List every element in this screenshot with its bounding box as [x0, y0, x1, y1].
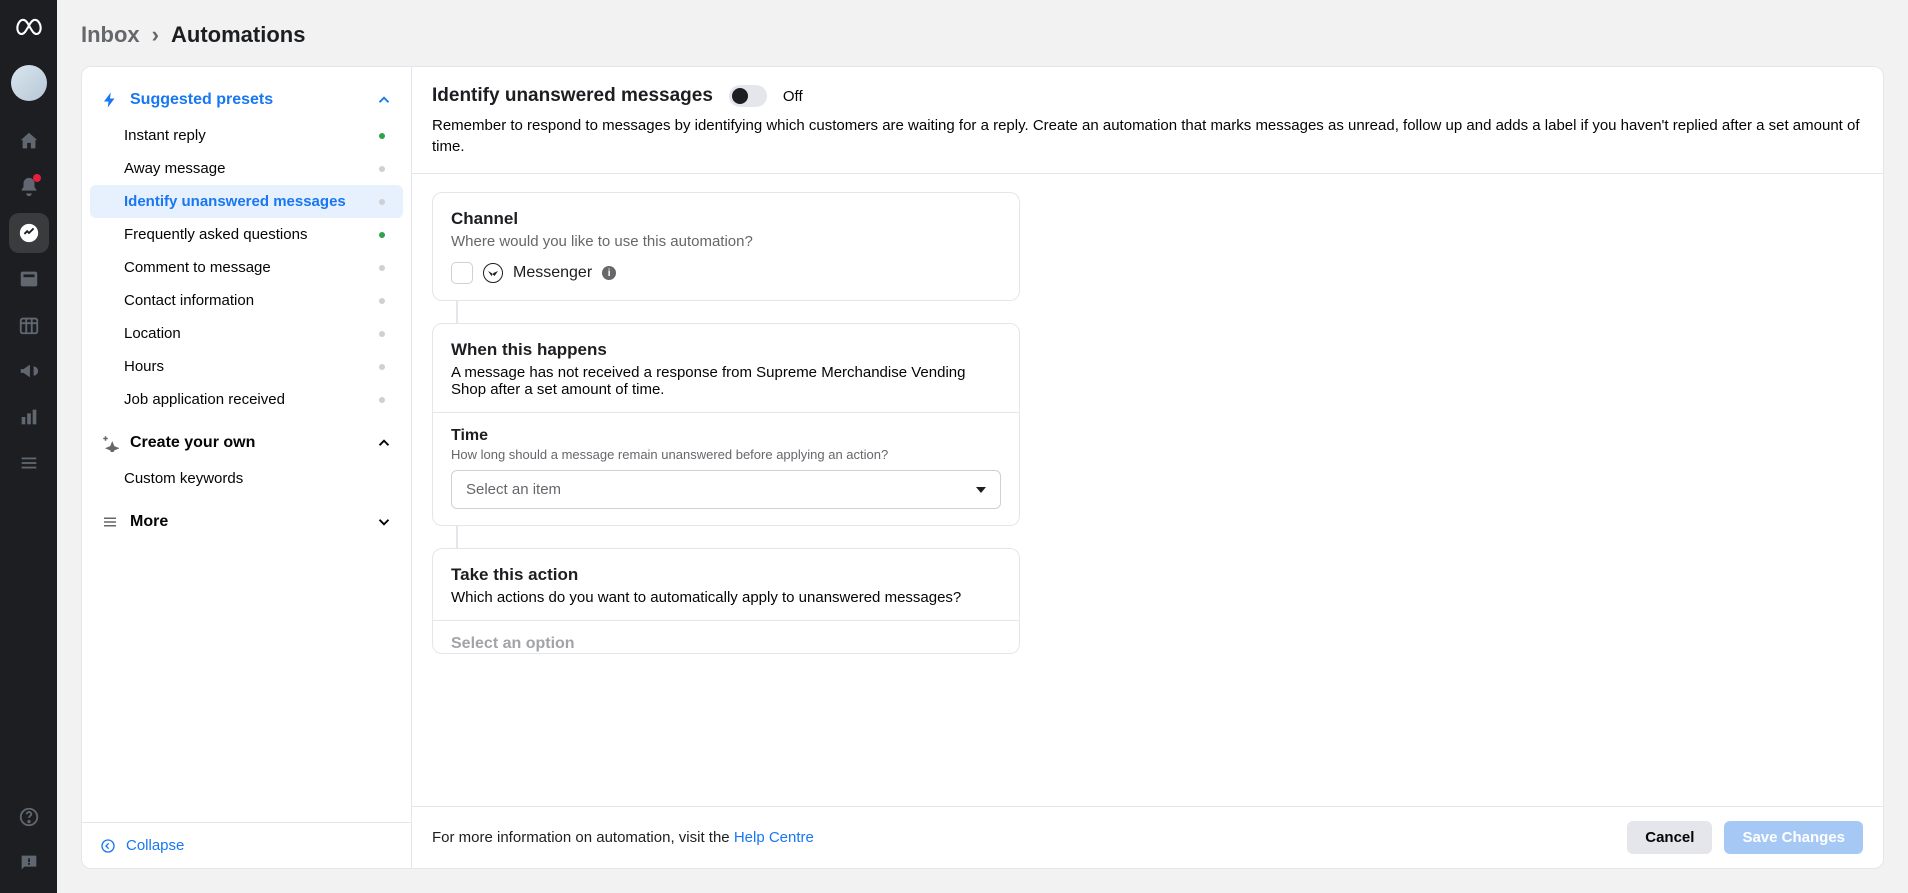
meta-logo — [14, 14, 44, 49]
info-icon[interactable]: i — [602, 266, 616, 280]
nav-planner[interactable] — [9, 305, 49, 345]
preset-item-frequently-asked-questions[interactable]: Frequently asked questions — [90, 218, 403, 251]
create-your-own-header[interactable]: Create your own — [82, 424, 411, 462]
chevron-right-icon: › — [152, 22, 159, 48]
nav-home[interactable] — [9, 121, 49, 161]
more-label: More — [130, 513, 365, 531]
preset-item-identify-unanswered-messages[interactable]: Identify unanswered messages — [90, 185, 403, 218]
channel-sub: Where would you like to use this automat… — [451, 233, 1001, 250]
time-select[interactable]: Select an item — [451, 470, 1001, 509]
status-dot — [379, 166, 385, 172]
status-dot — [379, 133, 385, 139]
preset-item-comment-to-message[interactable]: Comment to message — [90, 251, 403, 284]
connector-line — [456, 526, 458, 548]
nav-notifications[interactable] — [9, 167, 49, 207]
breadcrumb-automations: Automations — [171, 22, 305, 48]
nav-feedback[interactable] — [9, 843, 49, 883]
preset-item-instant-reply[interactable]: Instant reply — [90, 119, 403, 152]
action-heading: Take this action — [451, 565, 1001, 585]
cancel-button[interactable]: Cancel — [1627, 821, 1712, 854]
channel-card: Channel Where would you like to use this… — [432, 192, 1020, 301]
preset-item-location[interactable]: Location — [90, 317, 403, 350]
chevron-up-icon — [375, 91, 393, 109]
profile-avatar[interactable] — [11, 65, 47, 101]
save-button[interactable]: Save Changes — [1724, 821, 1863, 854]
preset-item-contact-information[interactable]: Contact information — [90, 284, 403, 317]
automation-title: Identify unanswered messages — [432, 85, 713, 107]
list-icon — [100, 513, 120, 531]
footer-info: For more information on automation, visi… — [432, 829, 814, 846]
preset-label: Instant reply — [124, 127, 379, 144]
when-heading: When this happens — [451, 340, 1001, 360]
preset-label: Comment to message — [124, 259, 379, 276]
chevron-down-icon — [375, 513, 393, 531]
preset-label: Contact information — [124, 292, 379, 309]
nav-help[interactable] — [9, 797, 49, 837]
action-card: Take this action Which actions do you wa… — [432, 548, 1020, 654]
preset-item-hours[interactable]: Hours — [90, 350, 403, 383]
time-hint: How long should a message remain unanswe… — [451, 447, 1001, 462]
status-dot — [379, 265, 385, 271]
preset-label: Frequently asked questions — [124, 226, 379, 243]
connector-line — [456, 301, 458, 323]
preset-label: Identify unanswered messages — [124, 193, 379, 210]
left-nav-rail — [0, 0, 57, 893]
preset-label: Job application received — [124, 391, 379, 408]
preset-label: Custom keywords — [124, 470, 385, 487]
bolt-icon — [100, 91, 120, 109]
suggested-presets-header[interactable]: Suggested presets — [82, 81, 411, 119]
nav-ads[interactable] — [9, 351, 49, 391]
create-your-own-label: Create your own — [130, 434, 365, 452]
time-select-placeholder: Select an item — [466, 481, 561, 498]
automation-description: Remember to respond to messages by ident… — [432, 115, 1863, 157]
preset-item-job-application-received[interactable]: Job application received — [90, 383, 403, 416]
time-heading: Time — [451, 427, 1001, 445]
notification-dot — [33, 174, 41, 182]
help-centre-link[interactable]: Help Centre — [734, 829, 814, 846]
status-dot — [379, 298, 385, 304]
caret-down-icon — [976, 487, 986, 493]
status-dot — [379, 199, 385, 205]
breadcrumb-inbox[interactable]: Inbox — [81, 22, 140, 48]
chevron-up-icon — [375, 434, 393, 452]
preset-label: Away message — [124, 160, 379, 177]
nav-inbox[interactable] — [9, 213, 49, 253]
action-option-heading: Select an option — [451, 635, 1001, 653]
sparkle-icon — [100, 434, 120, 452]
messenger-label: Messenger — [513, 264, 592, 282]
suggested-presets-label: Suggested presets — [130, 91, 365, 109]
more-header[interactable]: More — [82, 503, 411, 541]
enable-toggle[interactable] — [729, 85, 767, 107]
when-card: When this happens A message has not rece… — [432, 323, 1020, 526]
automation-sidebar: Suggested presets Instant reply Away mess… — [82, 67, 412, 868]
preset-item-away-message[interactable]: Away message — [90, 152, 403, 185]
nav-posts[interactable] — [9, 259, 49, 299]
messenger-checkbox[interactable] — [451, 262, 473, 284]
status-dot — [379, 364, 385, 370]
custom-item-custom-keywords[interactable]: Custom keywords — [90, 462, 403, 495]
channel-heading: Channel — [451, 209, 1001, 229]
status-dot — [379, 232, 385, 238]
status-dot — [379, 331, 385, 337]
footer-info-prefix: For more information on automation, visi… — [432, 829, 734, 846]
automation-detail: Identify unanswered messages Off Remembe… — [412, 67, 1883, 868]
status-dot — [379, 397, 385, 403]
collapse-label: Collapse — [126, 837, 184, 854]
toggle-state-label: Off — [783, 88, 803, 105]
nav-all-tools[interactable] — [9, 443, 49, 483]
nav-insights[interactable] — [9, 397, 49, 437]
action-sub: Which actions do you want to automatical… — [451, 589, 1001, 606]
collapse-sidebar[interactable]: Collapse — [82, 822, 411, 868]
messenger-icon — [483, 263, 503, 283]
preset-label: Location — [124, 325, 379, 342]
when-sub: A message has not received a response fr… — [451, 364, 1001, 398]
collapse-icon — [100, 838, 116, 854]
preset-label: Hours — [124, 358, 379, 375]
breadcrumb: Inbox › Automations — [57, 0, 1908, 66]
